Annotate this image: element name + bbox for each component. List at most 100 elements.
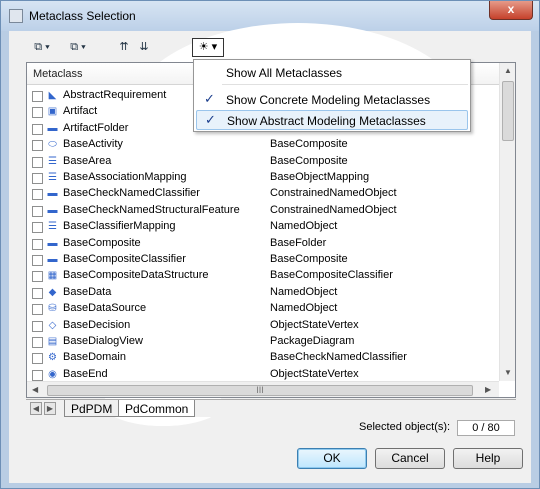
list-item[interactable]: ▦ BaseCompositeDataStructure BaseComposite… [27, 268, 499, 284]
metaclass-name: BaseDecision [63, 318, 131, 331]
metaclass-parent: NamedObject [270, 285, 338, 298]
scroll-up-icon[interactable]: ▲ [504, 66, 512, 75]
row-checkbox[interactable] [32, 320, 43, 332]
row-checkbox[interactable] [32, 205, 43, 217]
row-checkbox[interactable] [32, 304, 43, 316]
row-checkbox[interactable] [32, 91, 43, 102]
check-icon: ✓ [204, 91, 215, 106]
toolbar-deselect-all-button[interactable]: ⧉ ▾ [65, 37, 91, 57]
cancel-button[interactable]: Cancel [375, 448, 445, 469]
vertical-scroll-thumb[interactable] [502, 81, 514, 141]
filter-menu: Show All Metaclasses ✓ Show Concrete Mod… [193, 59, 471, 132]
app-icon [9, 9, 23, 23]
menu-item-label: Show Abstract Modeling Metaclasses [227, 114, 426, 128]
metaclass-icon: ◉ [48, 368, 57, 380]
metaclass-icon: ▬ [47, 254, 58, 265]
list-item[interactable]: ☰ BaseArea BaseComposite [27, 154, 499, 170]
list-item[interactable]: ⬭ BaseActivity BaseComposite [27, 137, 499, 153]
metaclass-name: BaseAssociationMapping [63, 171, 187, 183]
header-metaclass: Metaclass [33, 68, 83, 80]
dialog-client-area: ⧉ ▾ ⧉ ▾ ⇈ ⇊ ☀ ▾ Metaclass ◣ AbstractRequi… [9, 23, 531, 483]
metaclass-parent: BaseCompositeClassifier [270, 269, 393, 282]
list-item[interactable]: ▬ BaseCheckNamedClassifier ConstrainedName… [27, 186, 499, 202]
metaclass-icon: ☰ [48, 221, 57, 233]
help-button[interactable]: Help [453, 448, 523, 469]
row-checkbox[interactable] [32, 238, 43, 250]
metaclass-icon: ▬ [47, 204, 58, 216]
row-checkbox[interactable] [32, 123, 43, 135]
list-item[interactable]: ⚙ BaseDomain BaseCheckNamedClassifier [27, 350, 499, 366]
metaclass-icon: ⬭ [48, 139, 57, 151]
metaclass-icon: ▣ [47, 106, 58, 118]
selected-count: 0 / 80 [457, 420, 515, 436]
tab-prev-icon[interactable]: ◀ [30, 402, 42, 415]
metaclass-icon: ▬ [47, 237, 58, 249]
list-item[interactable]: ▤ BaseDialogView PackageDiagram [27, 334, 499, 350]
row-checkbox[interactable] [32, 337, 43, 348]
tab-pdcommon[interactable]: PdCommon [118, 400, 196, 417]
metaclass-icon: ▦ [47, 270, 58, 282]
row-checkbox[interactable] [32, 255, 43, 266]
metaclass-name: BaseCheckNamedStructuralFeature [63, 203, 240, 216]
list-item[interactable]: ▬ BaseCheckNamedStructuralFeature Constrai… [27, 203, 499, 219]
row-checkbox[interactable] [32, 271, 43, 283]
toolbar-move-up-icon[interactable]: ⇈ [117, 37, 131, 57]
window-title: Metaclass Selection [29, 9, 136, 23]
metaclass-icon: ▬ [47, 122, 58, 134]
list-item[interactable]: ⛁ BaseDataSource NamedObject [27, 301, 499, 317]
vertical-scrollbar[interactable]: ▲ ▼ [499, 63, 515, 381]
list-item[interactable]: ◇ BaseDecision ObjectStateVertex [27, 318, 499, 334]
metaclass-parent: BaseObjectMapping [270, 171, 370, 183]
menu-item-show-all[interactable]: Show All Metaclasses [196, 63, 468, 83]
horizontal-scrollbar[interactable]: ◀ III ▶ [27, 381, 499, 397]
metaclass-icon: ⚙ [48, 352, 57, 364]
row-checkbox[interactable] [32, 287, 43, 299]
row-checkbox[interactable] [32, 173, 43, 184]
metaclass-icon: ⛁ [48, 303, 57, 315]
row-checkbox[interactable] [32, 222, 43, 234]
metaclass-name: BaseDialogView [63, 335, 143, 347]
list-item[interactable]: ◆ BaseData NamedObject [27, 285, 499, 301]
metaclass-icon: ▤ [47, 336, 58, 347]
metaclass-name: BaseClassifierMapping [63, 220, 176, 233]
metaclass-parent: BaseComposite [270, 154, 348, 167]
row-checkbox[interactable] [32, 140, 43, 152]
scroll-right-icon[interactable]: ▶ [485, 385, 491, 394]
list-item[interactable]: ☰ BaseClassifierMapping NamedObject [27, 219, 499, 235]
list-item[interactable]: ▬ BaseComposite BaseFolder [27, 236, 499, 252]
menu-item-show-abstract[interactable]: ✓ Show Abstract Modeling Metaclasses [196, 110, 468, 130]
metaclass-name: BaseDomain [63, 351, 126, 364]
row-checkbox[interactable] [32, 369, 43, 381]
row-checkbox[interactable] [32, 107, 43, 119]
metaclass-name: BaseCheckNamedClassifier [63, 187, 200, 200]
metaclass-parent: BaseFolder [270, 236, 327, 249]
ok-button[interactable]: OK [297, 448, 367, 469]
metaclass-name: BaseComposite [63, 236, 141, 249]
horizontal-scroll-thumb[interactable]: III [47, 385, 473, 396]
metaclass-icon: ▬ [47, 188, 58, 200]
metaclass-icon: ☰ [48, 172, 57, 183]
row-checkbox[interactable] [32, 353, 43, 365]
toolbar-move-down-icon[interactable]: ⇊ [137, 37, 151, 57]
metaclass-parent: ConstrainedNamedObject [270, 187, 397, 200]
tab-strip: ◀ ▶ PdPDM PdCommon [26, 399, 516, 417]
filter-dropdown-button[interactable]: ☀ ▾ [192, 38, 224, 57]
menu-item-label: Show Concrete Modeling Metaclasses [226, 93, 431, 107]
row-checkbox[interactable] [32, 156, 43, 168]
metaclass-parent: PackageDiagram [270, 335, 355, 347]
close-button[interactable]: x [489, 1, 533, 20]
scroll-down-icon[interactable]: ▼ [504, 368, 512, 377]
row-checkbox[interactable] [32, 189, 43, 201]
toolbar-select-all-button[interactable]: ⧉ ▾ [29, 37, 55, 57]
list-item[interactable]: ☰ BaseAssociationMapping BaseObjectMapping [27, 170, 499, 186]
metaclass-icon: ☰ [48, 155, 57, 167]
metaclass-name: BaseData [63, 285, 112, 298]
tab-next-icon[interactable]: ▶ [44, 402, 56, 415]
metaclass-parent: NamedObject [270, 302, 338, 315]
list-item[interactable]: ▬ BaseCompositeClassifier BaseComposite [27, 252, 499, 268]
metaclass-parent: BaseCheckNamedClassifier [270, 351, 407, 364]
tab-pdpdm[interactable]: PdPDM [64, 400, 120, 417]
metaclass-parent: NamedObject [270, 220, 338, 233]
menu-item-show-concrete[interactable]: ✓ Show Concrete Modeling Metaclasses [196, 90, 468, 110]
scroll-left-icon[interactable]: ◀ [32, 385, 38, 394]
